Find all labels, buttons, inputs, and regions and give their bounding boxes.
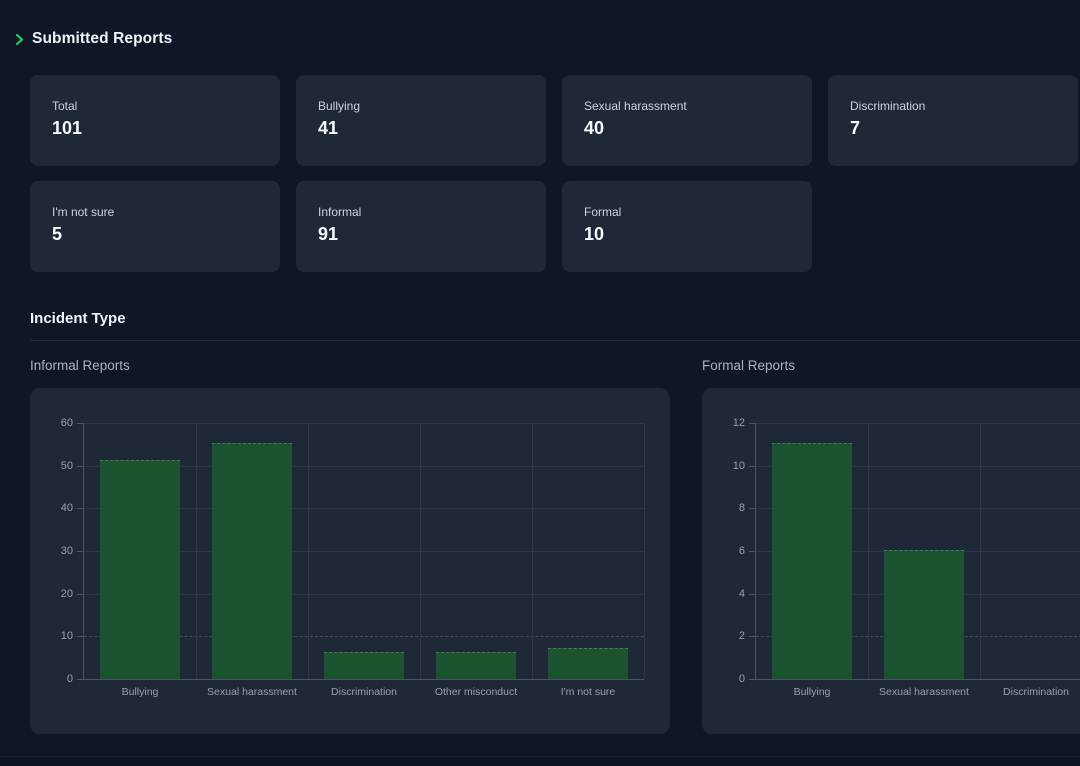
stat-card-label: Formal (584, 205, 792, 219)
y-axis-label: 6 (715, 545, 745, 557)
stat-card-value: 10 (584, 224, 792, 245)
y-axis-label: 8 (715, 502, 745, 514)
y-axis-tick (77, 636, 83, 637)
y-axis-tick (749, 594, 755, 595)
gridline-vertical (420, 423, 421, 679)
y-axis-tick (749, 423, 755, 424)
x-axis-label: Bullying (84, 686, 196, 698)
stat-card-label: I'm not sure (52, 205, 260, 219)
stat-card-value: 5 (52, 224, 260, 245)
gridline-vertical (644, 423, 645, 679)
y-axis-tick (77, 679, 83, 680)
y-axis-label: 4 (715, 588, 745, 600)
stat-card: Informal 91 (296, 181, 546, 272)
stat-cards-grid: Total 101 Bullying 41 Sexual harassment 40 Dis… (30, 75, 1078, 272)
y-axis-label: 0 (715, 673, 745, 685)
stat-card-label: Discrimination (850, 99, 1058, 113)
x-axis-label: Sexual harassment (196, 686, 308, 698)
stat-card-label: Bullying (318, 99, 526, 113)
stat-card-label: Sexual harassment (584, 99, 792, 113)
y-axis-tick (77, 466, 83, 467)
gridline-horizontal (756, 423, 1080, 424)
stat-card: I'm not sure 5 (30, 181, 280, 272)
bar-other-misconduct[interactable] (436, 652, 516, 679)
gridline-horizontal (84, 423, 644, 424)
y-axis-tick (749, 508, 755, 509)
x-axis-label: Bullying (756, 686, 868, 698)
informal-chart-title: Informal Reports (30, 358, 130, 373)
y-axis-tick (77, 551, 83, 552)
section-divider (30, 340, 1080, 341)
bar-sexual-harassment[interactable] (884, 550, 964, 679)
y-axis-label: 2 (715, 630, 745, 642)
y-axis-tick (749, 636, 755, 637)
stat-card: Bullying 41 (296, 75, 546, 166)
submitted-reports-header[interactable]: Submitted Reports (14, 30, 172, 48)
bar-sexual-harassment[interactable] (212, 443, 292, 679)
bar-bullying[interactable] (100, 460, 180, 679)
x-axis-label: Discrimination (308, 686, 420, 698)
x-axis-label: Other misconduct (420, 686, 532, 698)
y-axis-label: 10 (43, 630, 73, 642)
y-axis-label: 60 (43, 417, 73, 429)
informal-reports-chart: 0 10 20 30 40 50 60 BullyingSexual harassmentDi… (30, 388, 670, 734)
y-axis-tick (77, 423, 83, 424)
formal-chart-title: Formal Reports (702, 358, 795, 373)
chart-plot-area: 024681012BullyingSexual harassmentDiscri… (755, 423, 1080, 680)
y-axis-label: 12 (715, 417, 745, 429)
stat-card-label: Informal (318, 205, 526, 219)
bar-discrimination[interactable] (324, 652, 404, 679)
y-axis-tick (749, 679, 755, 680)
gridline-vertical (308, 423, 309, 679)
stat-card-value: 40 (584, 118, 792, 139)
stat-card-value: 41 (318, 118, 526, 139)
stat-card-value: 91 (318, 224, 526, 245)
stat-card: Sexual harassment 40 (562, 75, 812, 166)
gridline-vertical (980, 423, 981, 679)
formal-reports-chart: 0 2 4 6 8 10 12 BullyingSexual harassmentDiscri… (702, 388, 1080, 734)
stat-card: Total 101 (30, 75, 280, 166)
stat-card-value: 7 (850, 118, 1058, 139)
y-axis-tick (77, 508, 83, 509)
bar-i-m-not-sure[interactable] (548, 648, 628, 679)
x-axis-label: Discrimination (980, 686, 1080, 698)
stat-card: Discrimination 7 (828, 75, 1078, 166)
gridline-vertical (868, 423, 869, 679)
page-title: Submitted Reports (32, 30, 172, 48)
stat-card: Formal 10 (562, 181, 812, 272)
section-title: Incident Type (30, 310, 126, 327)
chart-plot-area: 0102030405060BullyingSexual harassmentDi… (83, 423, 644, 680)
x-axis-label: I'm not sure (532, 686, 644, 698)
y-axis-label: 30 (43, 545, 73, 557)
gridline-vertical (532, 423, 533, 679)
y-axis-tick (749, 551, 755, 552)
y-axis-label: 10 (715, 460, 745, 472)
chevron-right-icon[interactable] (14, 33, 25, 46)
stat-card-label: Total (52, 99, 260, 113)
bar-bullying[interactable] (772, 443, 852, 679)
y-axis-label: 0 (43, 673, 73, 685)
stat-card-value: 101 (52, 118, 260, 139)
y-axis-label: 20 (43, 588, 73, 600)
y-axis-tick (77, 594, 83, 595)
gridline-vertical (196, 423, 197, 679)
y-axis-tick (749, 466, 755, 467)
y-axis-label: 50 (43, 460, 73, 472)
x-axis-label: Sexual harassment (868, 686, 980, 698)
y-axis-label: 40 (43, 502, 73, 514)
